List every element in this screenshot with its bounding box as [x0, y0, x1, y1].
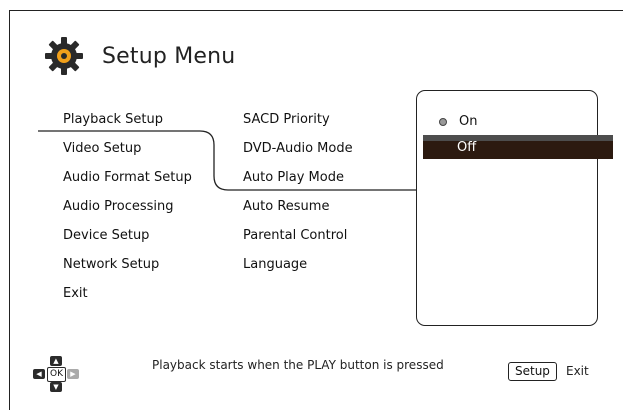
exit-label: Exit: [566, 364, 589, 378]
main-menu: Playback Setup Video Setup Audio Format …: [63, 112, 192, 315]
sub-menu-item-parental-control[interactable]: Parental Control: [243, 228, 353, 257]
sub-menu-item-sacd-priority[interactable]: SACD Priority: [243, 112, 353, 141]
option-off-label: Off: [457, 140, 477, 155]
sub-menu-item-dvd-audio-mode[interactable]: DVD-Audio Mode: [243, 141, 353, 170]
arrow-right-icon: ▶: [67, 369, 79, 379]
option-on[interactable]: On: [423, 111, 579, 133]
remote-dpad-icon: ▲ ◀ OK ▶ ▼: [30, 356, 86, 392]
help-hint-text: Playback starts when the PLAY button is …: [152, 358, 444, 372]
arrow-up-icon: ▲: [50, 356, 62, 366]
sub-menu-item-auto-play-mode[interactable]: Auto Play Mode: [243, 170, 353, 199]
sub-menu: SACD Priority DVD-Audio Mode Auto Play M…: [243, 112, 353, 286]
main-menu-item-audio-processing[interactable]: Audio Processing: [63, 199, 192, 228]
main-menu-item-device-setup[interactable]: Device Setup: [63, 228, 192, 257]
page-title: Setup Menu: [102, 43, 236, 69]
main-menu-item-audio-format-setup[interactable]: Audio Format Setup: [63, 170, 192, 199]
setup-button[interactable]: Setup: [508, 362, 557, 381]
ok-key-icon: OK: [47, 367, 66, 382]
main-menu-item-exit[interactable]: Exit: [63, 286, 192, 315]
main-menu-item-network-setup[interactable]: Network Setup: [63, 257, 192, 286]
sub-menu-item-auto-resume[interactable]: Auto Resume: [243, 199, 353, 228]
arrow-left-icon: ◀: [33, 369, 45, 379]
arrow-down-icon: ▼: [50, 382, 62, 392]
header: Setup Menu: [42, 36, 235, 76]
option-off-highlighted[interactable]: Off: [423, 135, 613, 159]
current-value-bullet-icon: [439, 117, 447, 126]
option-panel: On Off: [416, 90, 613, 326]
option-on-label: On: [459, 114, 478, 129]
main-menu-item-video-setup[interactable]: Video Setup: [63, 141, 192, 170]
gear-icon: [45, 37, 83, 75]
main-menu-item-playback-setup[interactable]: Playback Setup: [63, 112, 192, 141]
sub-menu-item-language[interactable]: Language: [243, 257, 353, 286]
